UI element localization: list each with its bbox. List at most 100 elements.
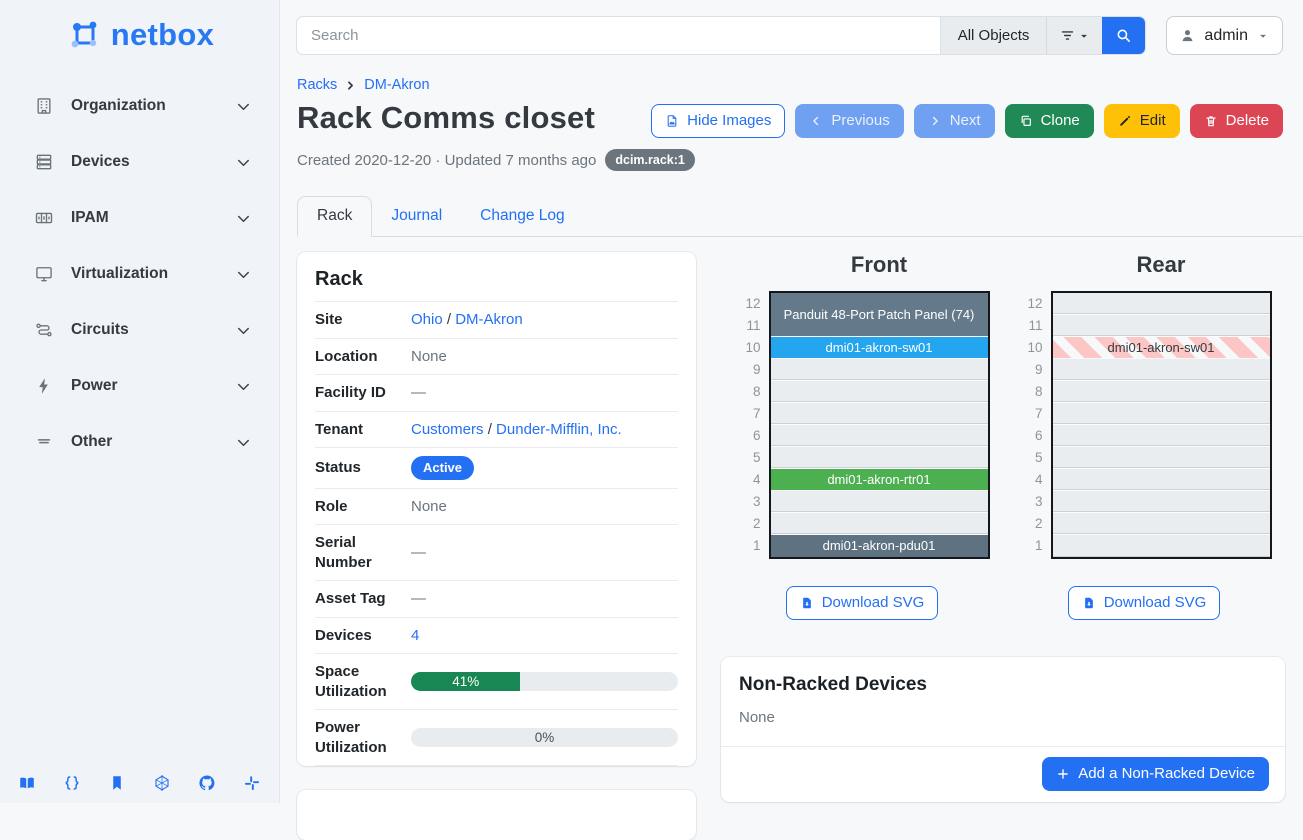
rack-front-elevation: Front 121110987654321 Panduit 48-Port Pa… bbox=[721, 252, 1003, 620]
rear-rack-diagram: dmi01-akron-sw01 bbox=[1051, 291, 1272, 559]
sidebar-item-other[interactable]: Other bbox=[0, 414, 279, 470]
unit-number: 11 bbox=[1017, 315, 1043, 337]
breadcrumb-racks-link[interactable]: Racks bbox=[297, 77, 337, 93]
asset-tag-value: — bbox=[411, 589, 678, 609]
content: Rack Site Ohio / DM-Akron Location None bbox=[281, 237, 1303, 840]
rack-device[interactable]: dmi01-akron-sw01 bbox=[1053, 337, 1270, 359]
download-svg-front-button[interactable]: Download SVG bbox=[786, 586, 939, 620]
tab-bar: Rack Journal Change Log bbox=[297, 196, 1303, 237]
rack-device[interactable]: dmi01-akron-pdu01 bbox=[771, 535, 988, 557]
rear-heading: Rear bbox=[1103, 252, 1186, 278]
tab-change-log[interactable]: Change Log bbox=[461, 197, 583, 236]
rest-api-icon[interactable] bbox=[63, 774, 81, 792]
progress-fill: 41% bbox=[411, 672, 520, 691]
rack-slot-empty bbox=[1053, 425, 1270, 447]
sidebar-item-organization[interactable]: Organization bbox=[0, 78, 279, 134]
power-icon bbox=[34, 376, 54, 396]
sidebar-item-power[interactable]: Power bbox=[0, 358, 279, 414]
github-icon[interactable] bbox=[198, 774, 216, 792]
delete-button[interactable]: Delete bbox=[1190, 104, 1283, 138]
global-search-group: All Objects bbox=[296, 16, 1146, 55]
rack-slot-empty bbox=[1053, 403, 1270, 425]
organization-icon bbox=[34, 96, 54, 116]
next-button[interactable]: Next bbox=[914, 104, 995, 138]
tab-journal[interactable]: Journal bbox=[372, 197, 461, 236]
slack-icon[interactable] bbox=[243, 774, 261, 792]
breadcrumb-site-link[interactable]: DM-Akron bbox=[364, 77, 429, 93]
chevron-right-icon bbox=[344, 79, 357, 92]
page-actions: Hide Images Previous Next Clone bbox=[651, 100, 1283, 138]
sidebar-item-virtualization[interactable]: Virtualization bbox=[0, 246, 279, 302]
rack-device[interactable]: Panduit 48-Port Patch Panel (74) bbox=[771, 293, 988, 337]
devices-count-link[interactable]: 4 bbox=[411, 627, 419, 644]
right-column: Front 121110987654321 Panduit 48-Port Pa… bbox=[721, 252, 1285, 802]
table-row: Role None bbox=[315, 488, 678, 525]
previous-button[interactable]: Previous bbox=[795, 104, 903, 138]
rack-details-panel: Rack Site Ohio / DM-Akron Location None bbox=[297, 252, 696, 766]
search-filter-button[interactable] bbox=[1046, 17, 1102, 54]
tenant-group-link[interactable]: Customers bbox=[411, 421, 484, 438]
ipam-icon bbox=[34, 208, 54, 228]
username: admin bbox=[1204, 27, 1248, 45]
location-value: None bbox=[411, 347, 678, 367]
search-scope-button[interactable]: All Objects bbox=[940, 17, 1047, 54]
sidebar-item-ipam[interactable]: IPAM bbox=[0, 190, 279, 246]
rack-slot-empty bbox=[1053, 535, 1270, 557]
rack-rear-elevation: Rear 121110987654321 dmi01-akron-sw01 Do… bbox=[1003, 252, 1285, 620]
rear-unit-numbers: 121110987654321 bbox=[1017, 291, 1043, 559]
caret-down-icon bbox=[1077, 29, 1091, 43]
edit-button[interactable]: Edit bbox=[1104, 104, 1180, 138]
page-meta: Created 2020-12-20 · Updated 7 months ag… bbox=[281, 138, 1303, 171]
sidebar-item-circuits[interactable]: Circuits bbox=[0, 302, 279, 358]
rack-details-table: Site Ohio / DM-Akron Location None Facil… bbox=[315, 301, 678, 766]
filter-icon bbox=[1059, 27, 1076, 44]
site-group-link[interactable]: Ohio bbox=[411, 311, 443, 328]
unit-number: 6 bbox=[735, 425, 761, 447]
space-utilization-bar: 41% bbox=[411, 672, 678, 691]
chevron-down-icon bbox=[234, 265, 253, 284]
hide-images-button[interactable]: Hide Images bbox=[651, 104, 785, 138]
chevron-down-icon bbox=[234, 377, 253, 396]
unit-number: 12 bbox=[735, 293, 761, 315]
api-docs-icon[interactable] bbox=[108, 774, 126, 792]
unit-number: 7 bbox=[735, 403, 761, 425]
unit-number: 9 bbox=[1017, 359, 1043, 381]
rack-device[interactable]: dmi01-akron-rtr01 bbox=[771, 469, 988, 491]
search-icon bbox=[1115, 27, 1132, 44]
sidebar-item-devices[interactable]: Devices bbox=[0, 134, 279, 190]
unit-number: 1 bbox=[735, 535, 761, 557]
unit-number: 8 bbox=[735, 381, 761, 403]
chevron-down-icon bbox=[234, 97, 253, 116]
chevron-down-icon bbox=[234, 153, 253, 172]
search-submit-button[interactable] bbox=[1102, 17, 1145, 54]
title-row: Rack Comms closet Hide Images Previous N… bbox=[281, 93, 1303, 138]
tenant-link[interactable]: Dunder-Mifflin, Inc. bbox=[496, 421, 622, 438]
docs-icon[interactable] bbox=[18, 774, 36, 792]
unit-number: 10 bbox=[1017, 337, 1043, 359]
secondary-panel-partial bbox=[297, 790, 696, 840]
trash-icon bbox=[1204, 114, 1218, 128]
rack-slot-empty bbox=[771, 425, 988, 447]
graphql-icon[interactable] bbox=[153, 774, 171, 792]
user-menu-button[interactable]: admin bbox=[1166, 16, 1283, 55]
status-badge: Active bbox=[411, 456, 474, 480]
created-updated-text: Created 2020-12-20 · Updated 7 months ag… bbox=[297, 152, 596, 169]
rack-slot-empty bbox=[1053, 469, 1270, 491]
add-non-racked-device-button[interactable]: Add a Non-Racked Device bbox=[1042, 757, 1269, 791]
clone-button[interactable]: Clone bbox=[1005, 104, 1094, 138]
download-svg-rear-button[interactable]: Download SVG bbox=[1068, 586, 1221, 620]
circuits-icon bbox=[34, 320, 54, 340]
rack-device[interactable]: dmi01-akron-sw01 bbox=[771, 337, 988, 359]
rack-slot-empty bbox=[1053, 293, 1270, 315]
search-input[interactable] bbox=[297, 17, 940, 54]
table-row: Status Active bbox=[315, 447, 678, 488]
netbox-logo[interactable]: netbox bbox=[0, 0, 279, 62]
rack-slot-empty bbox=[771, 403, 988, 425]
unit-number: 5 bbox=[1017, 447, 1043, 469]
site-link[interactable]: DM-Akron bbox=[455, 311, 523, 328]
rack-slot-empty bbox=[771, 381, 988, 403]
caret-down-icon bbox=[1256, 29, 1270, 43]
tab-rack[interactable]: Rack bbox=[297, 196, 372, 237]
rack-slot-empty bbox=[1053, 359, 1270, 381]
topbar: All Objects admin bbox=[281, 0, 1303, 55]
